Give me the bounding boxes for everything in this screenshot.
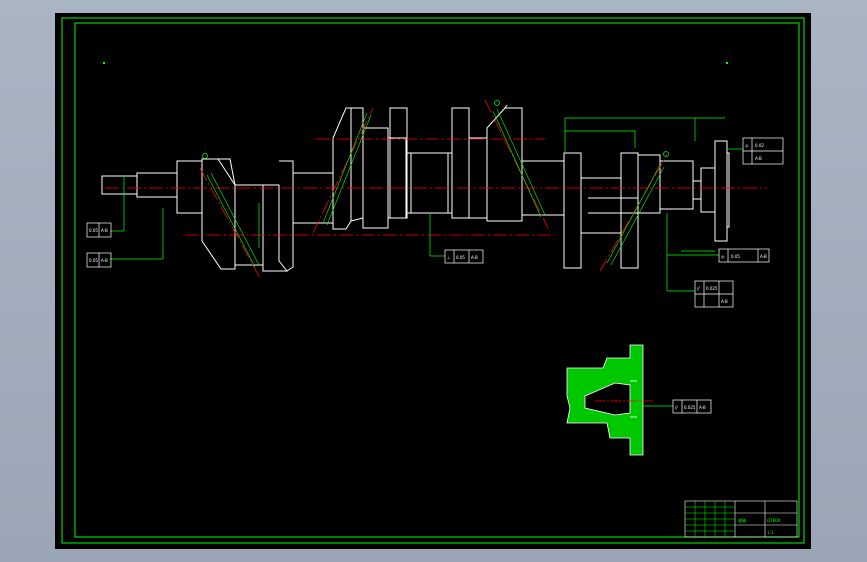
fcf-section-value: 0.025 [684, 405, 696, 410]
corner-mark-right [726, 62, 728, 64]
dimension-lines [110, 100, 743, 292]
fcf-right-top-datum: A-B [755, 156, 762, 161]
fcf-left-upper-datum: A-B [101, 228, 108, 233]
title-scale: 1:1 [767, 530, 774, 535]
inner-frame [74, 22, 800, 538]
fcf-right-lower-datum: A-B [721, 299, 728, 304]
fcf-center-value: 0.05 [456, 255, 465, 260]
fcf-center-symbol: ⊥ [447, 255, 451, 260]
fcf-right-top [742, 137, 784, 165]
outer-frame [61, 17, 805, 544]
title-block-grid [685, 501, 735, 537]
fcf-right-mid-datum: A-B [760, 254, 767, 259]
fcf-right-mid-symbol: ◎ [721, 254, 725, 259]
crankshaft-drawing: 0.05 A-B 0.05 A-B ⊥ 0.05 A-B ◎ 0.02 A-B … [61, 17, 805, 544]
fcf-section-datum: A-B [699, 405, 706, 410]
fcf-right-lower-symbol: // [697, 286, 700, 291]
fcf-right-top-value: 0.02 [755, 143, 764, 148]
cad-viewport[interactable]: 0.05 A-B 0.05 A-B ⊥ 0.05 A-B ◎ 0.02 A-B … [55, 13, 811, 549]
corner-mark-left [103, 62, 105, 64]
fcf-section-symbol: // [675, 405, 678, 410]
fcf-left-lower-value: 0.05 [89, 258, 98, 263]
fcf-right-lower-value: 0.025 [706, 286, 718, 291]
centerlines [105, 99, 767, 279]
fcf-right-top-symbol: ◎ [745, 143, 749, 148]
title-material: QT600 [767, 518, 781, 523]
title-drawing-name: 曲轴 [738, 517, 746, 523]
fcf-right-mid-value: 0.05 [731, 254, 740, 259]
fcf-left-lower-datum: A-B [101, 258, 108, 263]
fcf-left-upper-value: 0.05 [89, 228, 98, 233]
fcf-center-datum: A-B [471, 255, 478, 260]
section-view [566, 344, 673, 456]
